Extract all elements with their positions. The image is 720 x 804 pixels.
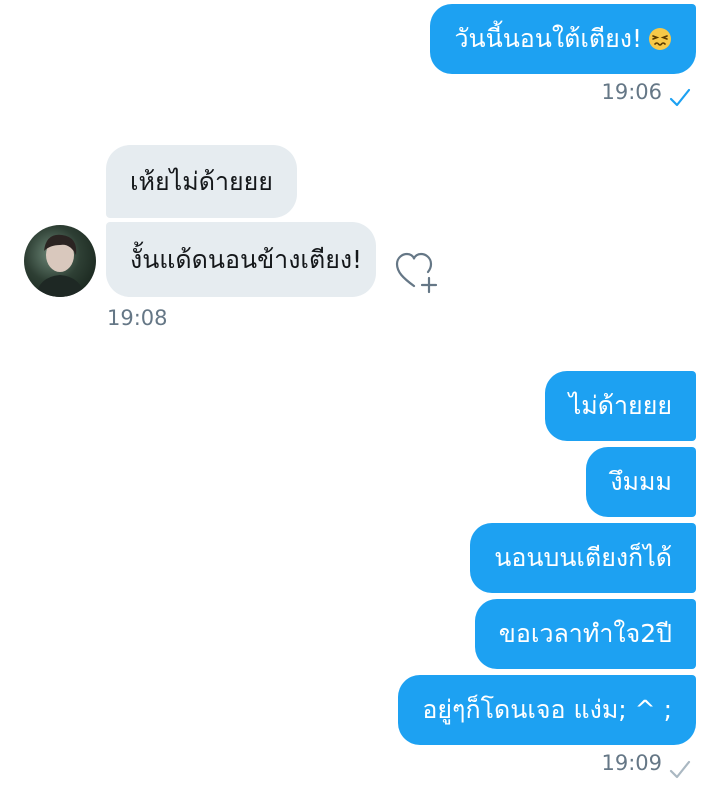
chat-thread: วันนี้นอนใต้เตียง! 19:06 เห้ยไม่ด้ายยย ง… [0, 0, 720, 804]
heart-plus-icon[interactable] [395, 252, 441, 294]
avatar[interactable] [24, 225, 96, 297]
message-bubble-outgoing[interactable]: ไม่ด้ายยย [544, 371, 696, 441]
message-bubble-incoming[interactable]: งั้นแด้ดนอนข้างเตียง! [106, 222, 376, 297]
message-bubble-outgoing[interactable]: ขอเวลาทำใจ2ปี [474, 599, 696, 669]
message-bubble-outgoing[interactable]: นอนบนเตียงก็ได้ [470, 523, 696, 593]
message-bubble-outgoing[interactable]: วันนี้นอนใต้เตียง! [430, 4, 696, 74]
message-text: เห้ยไม่ด้ายยย [130, 166, 273, 196]
message-text: งั้นแด้ดนอนข้างเตียง! [130, 244, 363, 274]
message-bubble-outgoing[interactable]: อยู่ๆก็โดนเจอ แง่ม; ^ ; [398, 675, 696, 745]
message-timestamp: 19:06 [601, 80, 662, 104]
message-text: ไม่ด้ายยย [568, 391, 672, 420]
message-text: นอนบนเตียงก็ได้ [494, 543, 672, 572]
message-timestamp: 19:09 [601, 751, 662, 775]
message-timestamp: 19:08 [107, 306, 168, 330]
message-text: อยู่ๆก็โดนเจอ แง่ม; ^ ; [422, 695, 672, 724]
check-icon [669, 88, 691, 107]
avatar-photo [36, 234, 84, 297]
confounded-face-emoji-icon [649, 28, 671, 50]
message-bubble-incoming[interactable]: เห้ยไม่ด้ายยย [106, 145, 297, 218]
message-text: งึมมม [610, 467, 672, 496]
message-text: ขอเวลาทำใจ2ปี [498, 619, 672, 648]
check-icon [669, 760, 691, 779]
message-bubble-outgoing[interactable]: งึมมม [586, 447, 696, 517]
message-text: วันนี้นอนใต้เตียง! [454, 24, 642, 53]
